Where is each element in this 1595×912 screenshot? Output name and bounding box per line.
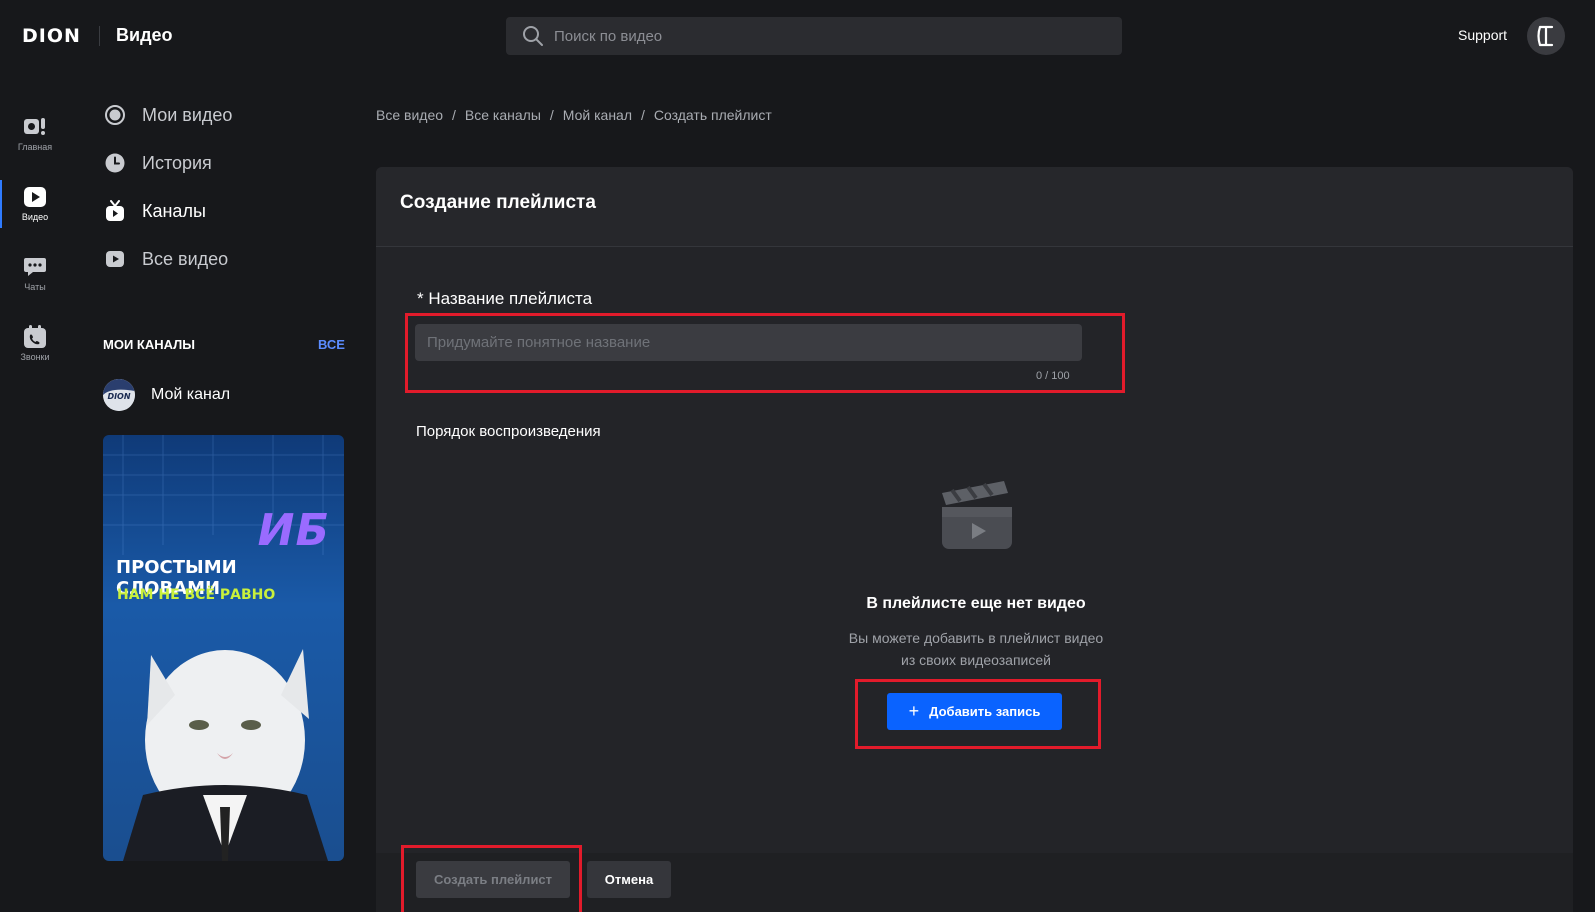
rail-label-home: Главная — [17, 142, 53, 152]
profile-avatar[interactable] — [1527, 17, 1565, 55]
banner-background-graphic — [103, 435, 344, 861]
nav-label-all-videos: Все видео — [142, 248, 229, 269]
rail-item-video[interactable]: Видео — [0, 176, 70, 236]
logo-divider — [99, 26, 100, 46]
banner-headline: ИБ — [257, 505, 330, 556]
search-icon — [523, 26, 543, 46]
highlight-add-button — [855, 679, 1101, 749]
channels-icon — [106, 200, 124, 221]
cancel-button[interactable]: Отмена — [587, 861, 671, 898]
nav-item-all-videos[interactable]: Все видео — [104, 244, 344, 274]
nav-item-channels[interactable]: Каналы — [104, 196, 344, 226]
page-title: Создание плейлиста — [400, 192, 596, 213]
dion-logo[interactable]: DION — [22, 25, 81, 47]
empty-desc-line-1: Вы можете добавить в плейлист видео — [848, 630, 1104, 646]
breadcrumb-all-videos[interactable]: Все видео — [376, 107, 443, 123]
app-title: Видео — [116, 25, 173, 45]
highlight-create-button — [401, 845, 582, 912]
breadcrumb-separator: / — [549, 107, 554, 123]
breadcrumb-all-channels[interactable]: Все каналы — [465, 107, 541, 123]
highlight-name-field — [405, 313, 1125, 393]
clapperboard-icon — [942, 481, 1012, 549]
calls-icon — [24, 325, 46, 348]
panel-header: Создание плейлиста — [376, 167, 1573, 247]
profile-logo-icon — [1537, 25, 1554, 47]
rail-label-chats: Чаты — [24, 282, 46, 292]
home-icon — [24, 118, 45, 135]
search-input[interactable] — [554, 17, 1094, 55]
rail-label-calls: Звонки — [20, 352, 50, 362]
channel-logo-icon: DION — [103, 379, 135, 411]
rail-item-home[interactable]: Главная — [0, 106, 70, 166]
create-playlist-panel: Создание плейлиста * Название плейлиста … — [376, 167, 1573, 912]
nav-item-history[interactable]: История — [104, 148, 344, 178]
nav-label-my-videos: Мои видео — [142, 104, 233, 125]
my-videos-icon — [105, 105, 125, 125]
channel-item[interactable]: DION Мой канал — [103, 379, 230, 411]
channel-avatar: DION — [103, 379, 135, 411]
chat-icon — [24, 258, 46, 276]
rail-item-chats[interactable]: Чаты — [0, 246, 70, 306]
breadcrumb-my-channel[interactable]: Мой канал — [563, 107, 632, 123]
support-link[interactable]: Support — [1458, 27, 1507, 43]
empty-state-title: В плейлисте еще нет видео — [866, 595, 1086, 612]
breadcrumb: Все видео / Все каналы / Мой канал / Соз… — [376, 107, 772, 123]
svg-text:DION: DION — [107, 392, 130, 401]
my-channels-all-link[interactable]: ВСЕ — [318, 337, 345, 352]
banner-line-2: НАМ НЕ ВСЁ РАВНО — [117, 587, 276, 603]
breadcrumb-current: Создать плейлист — [653, 107, 772, 123]
nav-item-my-videos[interactable]: Мои видео — [104, 100, 344, 130]
breadcrumb-separator: / — [641, 107, 645, 123]
rail-item-calls[interactable]: Звонки — [0, 316, 70, 376]
channel-banner[interactable]: ИБ ПРОСТЫМИ СЛОВАМИ НАМ НЕ ВСЁ РАВНО — [103, 435, 344, 861]
nav-label-history: История — [142, 152, 212, 173]
empty-desc-line-2: из своих видеозаписей — [901, 652, 1051, 668]
history-icon — [105, 153, 125, 173]
playback-order-label: Порядок воспроизведения — [416, 423, 601, 440]
my-channels-title: МОИ КАНАЛЫ — [103, 337, 196, 352]
video-icon — [24, 187, 46, 207]
breadcrumb-separator: / — [452, 107, 456, 123]
search-bar[interactable] — [506, 17, 1122, 55]
playlist-name-label: * Название плейлиста — [417, 289, 593, 308]
channel-name: Мой канал — [151, 386, 231, 403]
top-bar: DION Видео Support — [0, 0, 1595, 70]
all-videos-icon — [106, 251, 124, 267]
nav-label-channels: Каналы — [142, 200, 206, 221]
empty-state-description: Вы можете добавить в плейлист видео из с… — [676, 627, 1276, 671]
rail-label-video: Видео — [21, 212, 49, 222]
